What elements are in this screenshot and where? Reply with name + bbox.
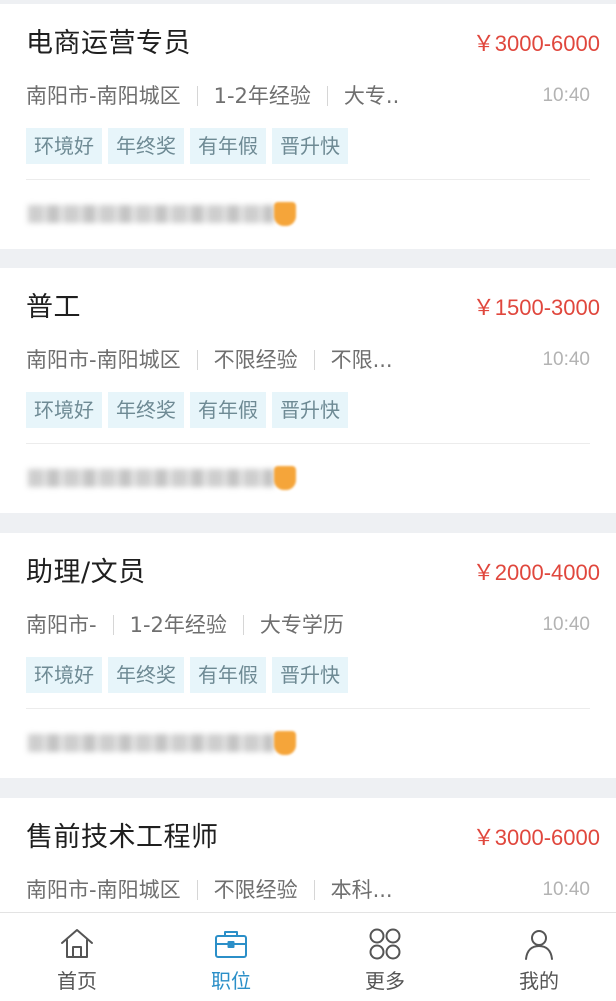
job-meta: 南阳市-南阳城区 不限经验 不限...: [26, 344, 616, 376]
verified-badge-icon: [274, 202, 296, 226]
tab-label: 更多: [365, 969, 405, 993]
meta-divider: [112, 615, 114, 635]
job-tag: 年终奖: [108, 128, 184, 164]
job-tag: 晋升快: [272, 392, 348, 428]
job-tag: 有年假: [190, 128, 266, 164]
job-tags: 环境好 年终奖 有年假 晋升快: [26, 128, 354, 164]
job-tag: 环境好: [26, 392, 102, 428]
blurred-text: [28, 734, 274, 752]
meta-divider: [326, 86, 328, 106]
card-divider: [26, 708, 590, 709]
blurred-text: [28, 205, 274, 223]
blurred-text: [28, 469, 274, 487]
job-card[interactable]: 售前技术工程师 ￥3000-6000 南阳市-南阳城区 不限经验 本科... 10:…: [0, 798, 616, 912]
job-tag: 有年假: [190, 657, 266, 693]
meta-divider: [196, 86, 198, 106]
job-card[interactable]: 电商运营专员 ￥3000-6000 南阳市-南阳城区 1-2年经验 大专.. 10:…: [0, 4, 616, 249]
job-tag: 有年假: [190, 392, 266, 428]
job-experience: 不限经验: [213, 348, 298, 372]
meta-divider: [196, 880, 198, 900]
job-experience: 1-2年经验: [129, 613, 227, 637]
meta-divider: [313, 350, 315, 370]
job-experience: 不限经验: [213, 878, 298, 902]
job-salary: ￥2000-4000: [472, 560, 600, 585]
home-icon: [58, 925, 96, 963]
job-card[interactable]: 普工 ￥1500-3000 南阳市-南阳城区 不限经验 不限... 10:40 环境…: [0, 268, 616, 513]
job-list: 电商运营专员 ￥3000-6000 南阳市-南阳城区 1-2年经验 大专.. 10:…: [0, 0, 616, 912]
person-icon: [520, 925, 558, 963]
tab-label: 职位: [211, 969, 251, 993]
company-name-blurred[interactable]: [24, 730, 296, 756]
job-card[interactable]: 助理/文员 ￥2000-4000 南阳市- 1-2年经验 大专学历 10:40 环境…: [0, 533, 616, 778]
tab-home[interactable]: 首页: [0, 913, 154, 1001]
job-location: 南阳市-南阳城区: [26, 84, 181, 108]
job-tag: 环境好: [26, 128, 102, 164]
job-salary: ￥1500-3000: [472, 295, 600, 320]
job-title: 助理/文员: [26, 557, 146, 588]
job-education: 大专..: [343, 84, 400, 108]
job-location: 南阳市-: [26, 613, 97, 637]
job-tags: 环境好 年终奖 有年假 晋升快: [26, 657, 354, 693]
card-divider: [26, 443, 590, 444]
job-meta: 南阳市-南阳城区 1-2年经验 大专..: [26, 80, 616, 112]
job-time: 10:40: [542, 614, 590, 635]
job-tag: 晋升快: [272, 657, 348, 693]
tab-label: 我的: [519, 969, 559, 993]
job-meta: 南阳市- 1-2年经验 大专学历: [26, 609, 616, 641]
job-tag: 晋升快: [272, 128, 348, 164]
grid-more-icon: [366, 925, 404, 963]
company-name-blurred[interactable]: [24, 201, 296, 227]
job-title: 普工: [26, 292, 81, 323]
job-time: 10:40: [542, 879, 590, 900]
briefcase-icon: [212, 925, 250, 963]
bottom-tab-bar: 首页 职位 更多 我的: [0, 912, 616, 1001]
card-divider: [26, 179, 590, 180]
verified-badge-icon: [274, 731, 296, 755]
job-location: 南阳市-南阳城区: [26, 348, 181, 372]
tab-jobs[interactable]: 职位: [154, 913, 308, 1001]
job-education: 大专学历: [259, 613, 344, 637]
tab-more[interactable]: 更多: [308, 913, 462, 1001]
job-tag: 年终奖: [108, 392, 184, 428]
job-education: 本科...: [330, 878, 393, 902]
job-title: 电商运营专员: [26, 28, 191, 59]
verified-badge-icon: [274, 466, 296, 490]
job-experience: 1-2年经验: [213, 84, 311, 108]
job-time: 10:40: [542, 349, 590, 370]
job-salary: ￥3000-6000: [472, 31, 600, 56]
job-education: 不限...: [330, 348, 393, 372]
job-tags: 环境好 年终奖 有年假 晋升快: [26, 392, 354, 428]
meta-divider: [196, 350, 198, 370]
meta-divider: [242, 615, 244, 635]
meta-divider: [313, 880, 315, 900]
job-tag: 年终奖: [108, 657, 184, 693]
job-salary: ￥3000-6000: [472, 825, 600, 850]
tab-label: 首页: [57, 969, 97, 993]
job-time: 10:40: [542, 85, 590, 106]
job-tag: 环境好: [26, 657, 102, 693]
tab-mine[interactable]: 我的: [462, 913, 616, 1001]
job-location: 南阳市-南阳城区: [26, 878, 181, 902]
job-meta: 南阳市-南阳城区 不限经验 本科...: [26, 874, 616, 906]
job-title: 售前技术工程师: [26, 822, 219, 853]
company-name-blurred[interactable]: [24, 465, 296, 491]
